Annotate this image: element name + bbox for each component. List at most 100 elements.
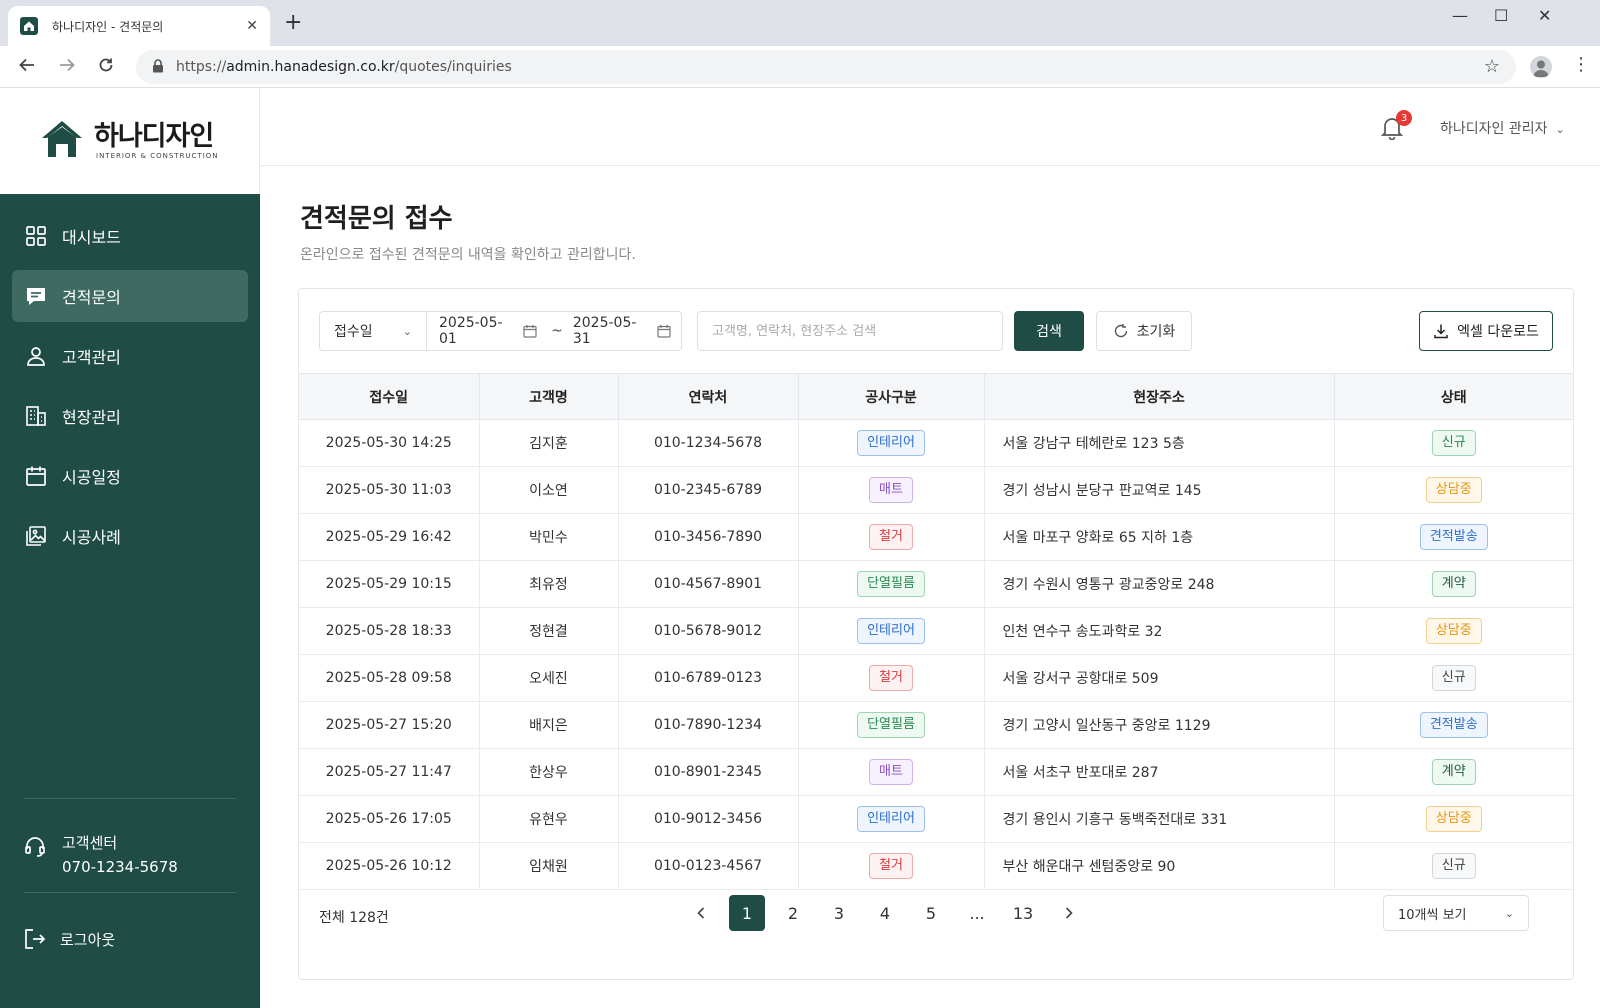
reset-button[interactable]: 초기화 [1096, 311, 1192, 351]
bookmark-star-icon[interactable]: ☆ [1484, 56, 1500, 77]
cell-phone: 010-1234-5678 [618, 419, 799, 467]
prev-page-icon[interactable] [683, 895, 719, 931]
forward-icon[interactable] [58, 56, 76, 79]
cell-name: 임채원 [479, 842, 619, 890]
profile-avatar-icon[interactable] [1530, 56, 1552, 78]
back-icon[interactable] [18, 56, 36, 79]
status-badge[interactable]: 상담중 [1425, 806, 1482, 832]
cell-type: 인테리어 [798, 607, 985, 655]
pagination: 1 2 3 4 5... 13 [683, 895, 1097, 931]
address-bar[interactable]: https://admin.hanadesign.co.kr/quotes/in… [136, 50, 1516, 84]
calendar-icon[interactable] [523, 324, 537, 338]
cell-type: 철거 [798, 654, 985, 702]
cell-address: 서울 마포구 양화로 65 지하 1층 [984, 513, 1335, 561]
logo[interactable]: 하나디자인 INTERIOR & CONSTRUCTION [0, 88, 260, 194]
cell-date: 2025-05-28 09:58 [299, 654, 480, 702]
cell-address: 서울 강남구 테헤란로 123 5층 [984, 419, 1335, 467]
column-header[interactable]: 연락처 [618, 373, 799, 420]
cell-type: 인테리어 [798, 419, 985, 467]
status-badge[interactable]: 상담중 [1425, 618, 1482, 644]
cell-date: 2025-05-26 10:12 [299, 842, 480, 890]
sidebar-item-quotes[interactable]: 견적문의 [12, 270, 248, 322]
search-input[interactable] [697, 311, 1003, 351]
new-tab-icon[interactable]: + [284, 12, 302, 34]
table-row[interactable]: 2025-05-26 17:05 유현우 010-9012-3456 인테리어 경기 용… [299, 795, 1573, 843]
sidebar-item-label: 현장관리 [62, 408, 121, 427]
next-page-icon[interactable] [1051, 895, 1087, 931]
status-badge[interactable]: 신규 [1431, 853, 1476, 879]
cell-type: 단열필름 [798, 560, 985, 608]
cell-name: 정현결 [479, 607, 619, 655]
work-type-badge: 인테리어 [857, 806, 925, 832]
calendar-icon[interactable] [657, 324, 671, 338]
table-header-row: 접수일 고객명 연락처 공사구분 현장주소 상태 [299, 373, 1573, 420]
table-row[interactable]: 2025-05-27 11:47 한상우 010-8901-2345 매트 서울 서초구… [299, 748, 1573, 796]
page-number[interactable]: 1 [729, 895, 765, 931]
window-close-icon[interactable]: ✕ [1538, 6, 1551, 25]
tab-close-icon[interactable]: ✕ [246, 18, 258, 34]
page-number[interactable]: 4 [867, 895, 903, 931]
column-header[interactable]: 현장주소 [984, 373, 1335, 420]
cell-phone: 010-0123-4567 [618, 842, 799, 890]
table-row[interactable]: 2025-05-29 10:15 최유정 010-4567-8901 단열필름 경기 수… [299, 560, 1573, 608]
table-row[interactable]: 2025-05-30 11:03 이소연 010-2345-6789 매트 경기 성남시… [299, 466, 1573, 514]
page-number[interactable]: 5 [913, 895, 949, 931]
cell-status: 신규 [1334, 654, 1573, 702]
table-row[interactable]: 2025-05-29 16:42 박민수 010-3456-7890 철거 서울 마포구… [299, 513, 1573, 561]
sidebar-item-schedule[interactable]: 시공일정 [12, 450, 248, 502]
excel-download-button[interactable]: 엑셀 다운로드 [1419, 311, 1553, 351]
sidebar-item-sites[interactable]: 현장관리 [12, 390, 248, 442]
sidebar-item-dashboard[interactable]: 대시보드 [12, 210, 248, 262]
table-row[interactable]: 2025-05-28 09:58 오세진 010-6789-0123 철거 서울 강서구… [299, 654, 1573, 702]
browser-tab[interactable]: 하나디자인 - 견적문의 ✕ [8, 6, 270, 46]
status-badge[interactable]: 계약 [1431, 759, 1476, 785]
table-row[interactable]: 2025-05-30 14:25 김지훈 010-1234-5678 인테리어 서울 강… [299, 419, 1573, 467]
column-header[interactable]: 공사구분 [798, 373, 985, 420]
status-badge[interactable]: 신규 [1431, 430, 1476, 456]
table-row[interactable]: 2025-05-26 10:12 임채원 010-0123-4567 철거 부산 해운대… [299, 842, 1573, 890]
logout-label: 로그아웃 [60, 930, 116, 949]
cell-phone: 010-4567-8901 [618, 560, 799, 608]
date-from[interactable]: 2025-05-01 [439, 315, 515, 347]
date-range-picker[interactable]: 2025-05-01 ~ 2025-05-31 [426, 311, 682, 351]
building-icon [24, 404, 48, 428]
status-badge[interactable]: 견적발송 [1419, 524, 1488, 550]
cell-date: 2025-05-30 11:03 [299, 466, 480, 514]
browser-menu-icon[interactable]: ⋮ [1572, 54, 1590, 75]
cell-status: 신규 [1334, 419, 1573, 467]
maximize-icon[interactable]: ☐ [1494, 6, 1508, 25]
logout-button[interactable]: 로그아웃 [24, 928, 115, 950]
page-size-select[interactable]: 10개씩 보기 ⌄ [1383, 895, 1529, 931]
column-header[interactable]: 고객명 [479, 373, 619, 420]
url-text: https://admin.hanadesign.co.kr/quotes/in… [176, 59, 512, 75]
cell-status: 상담중 [1334, 795, 1573, 843]
sidebar-item-customers[interactable]: 고객관리 [12, 330, 248, 382]
cell-address: 경기 고양시 일산동구 중앙로 1129 [984, 701, 1335, 749]
page-number[interactable]: 2 [775, 895, 811, 931]
column-header[interactable]: 접수일 [299, 373, 480, 420]
cell-date: 2025-05-26 17:05 [299, 795, 480, 843]
status-badge[interactable]: 신규 [1431, 665, 1476, 691]
cell-address: 부산 해운대구 센텀중앙로 90 [984, 842, 1335, 890]
status-badge[interactable]: 계약 [1431, 571, 1476, 597]
status-badge[interactable]: 견적발송 [1419, 712, 1488, 738]
date-type-select[interactable]: 접수일 ⌄ [319, 311, 427, 351]
page-number[interactable]: 3 [821, 895, 857, 931]
page-number[interactable]: 13 [1005, 895, 1041, 931]
search-button[interactable]: 검색 [1014, 311, 1084, 351]
page-size-value: 10개씩 보기 [1398, 907, 1467, 923]
favicon-icon [20, 17, 38, 35]
column-header[interactable]: 상태 [1334, 373, 1573, 420]
brand-tagline: INTERIOR & CONSTRUCTION [96, 152, 219, 160]
table-row[interactable]: 2025-05-27 15:20 배지은 010-7890-1234 단열필름 경기 고… [299, 701, 1573, 749]
user-menu[interactable]: 하나디자인 관리자 ⌄ [1440, 118, 1565, 138]
inquiry-card: 접수일 ⌄ 2025-05-01 ~ 2025-05-31 검색 초기화 엑셀 … [298, 288, 1574, 980]
date-to[interactable]: 2025-05-31 [573, 315, 649, 347]
status-badge[interactable]: 상담중 [1425, 477, 1482, 503]
sidebar-item-portfolio[interactable]: 시공사례 [12, 510, 248, 562]
minimize-icon[interactable]: — [1452, 6, 1468, 25]
cell-phone: 010-5678-9012 [618, 607, 799, 655]
table-row[interactable]: 2025-05-28 18:33 정현결 010-5678-9012 인테리어 인천 연… [299, 607, 1573, 655]
reload-icon[interactable] [97, 56, 115, 79]
cell-name: 한상우 [479, 748, 619, 796]
